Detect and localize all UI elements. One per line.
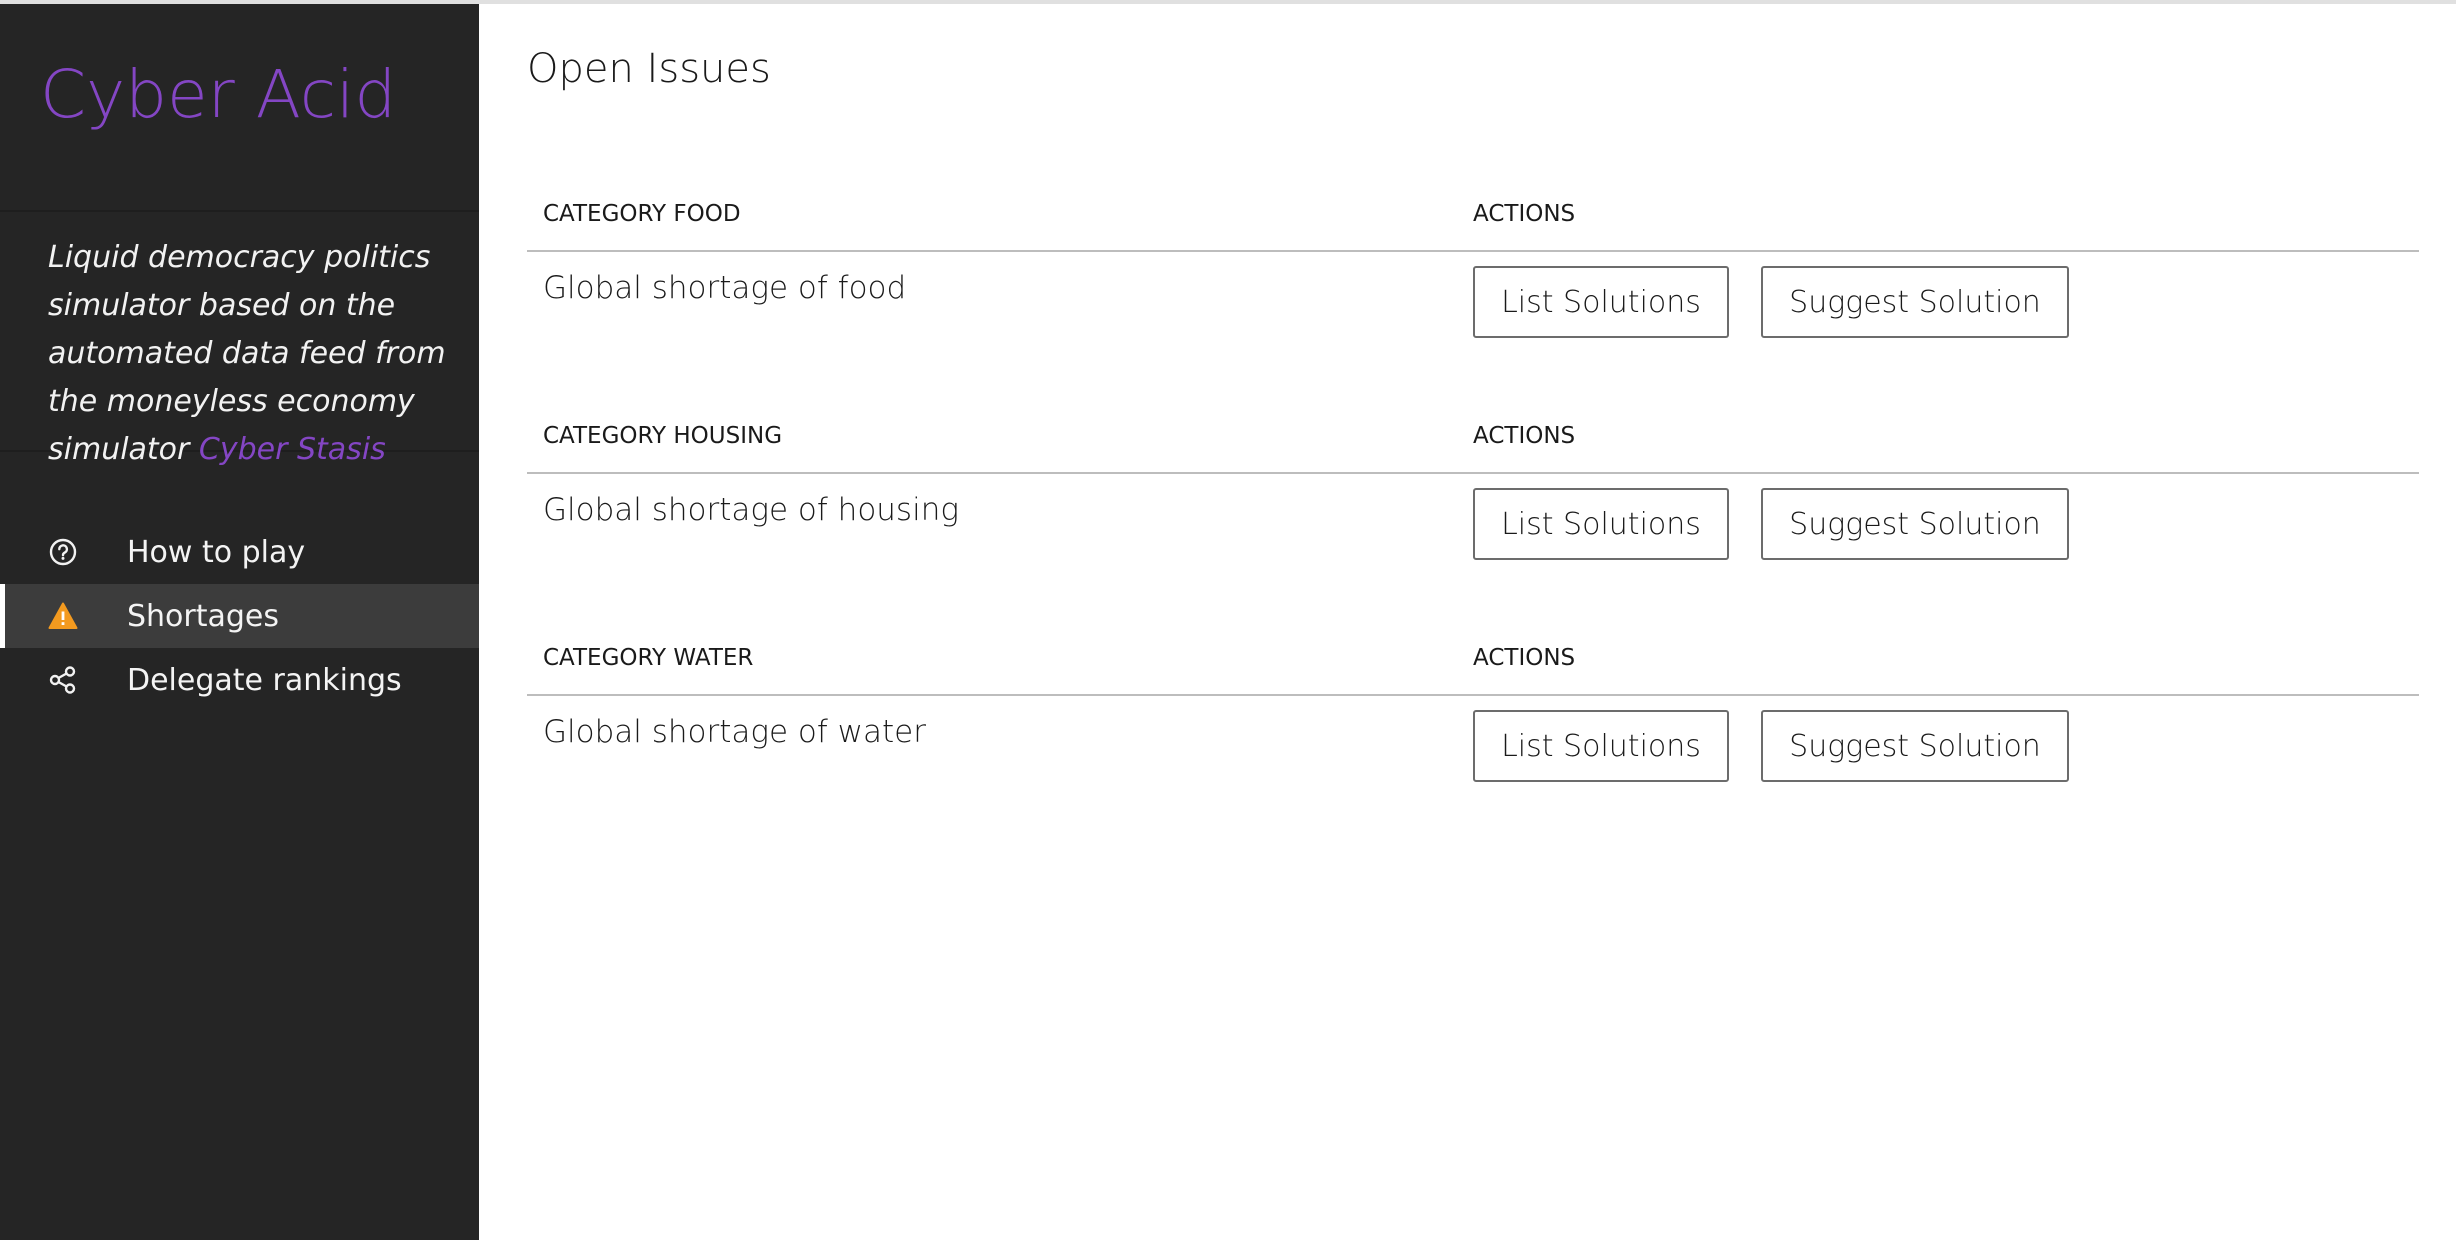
- suggest-solution-button[interactable]: Suggest Solution: [1761, 266, 2069, 338]
- issue-housing: CATEGORY HOUSING ACTIONS Global shortage…: [527, 400, 2419, 562]
- sidebar-item-how-to-play[interactable]: How to play: [0, 520, 479, 584]
- issue-title: Global shortage of food: [543, 270, 907, 306]
- issue-food: CATEGORY FOOD ACTIONS Global shortage of…: [527, 178, 2419, 340]
- sidebar-item-label: How to play: [127, 534, 306, 570]
- issue-row: Global shortage of housing List Solution…: [527, 474, 2419, 562]
- list-solutions-button[interactable]: List Solutions: [1473, 488, 1729, 560]
- issue-row: Global shortage of food List Solutions S…: [527, 252, 2419, 340]
- page-title: Open Issues: [527, 46, 771, 92]
- issues-list: CATEGORY FOOD ACTIONS Global shortage of…: [527, 178, 2419, 784]
- tagline: Liquid democracy politics simulator base…: [0, 212, 479, 467]
- brand: Cyber Acid: [0, 4, 479, 212]
- issue-header: CATEGORY HOUSING ACTIONS: [527, 400, 2419, 474]
- actions-header: ACTIONS: [1473, 423, 1576, 449]
- issue-header: CATEGORY WATER ACTIONS: [527, 622, 2419, 696]
- issue-header: CATEGORY FOOD ACTIONS: [527, 178, 2419, 252]
- issue-actions: List Solutions Suggest Solution: [1473, 252, 2419, 338]
- category-label: CATEGORY FOOD: [543, 201, 741, 227]
- sidebar: Cyber Acid Liquid democracy politics sim…: [0, 4, 479, 1240]
- sidebar-nav: How to play Shortages Delegate rankings: [0, 520, 479, 712]
- category-label: CATEGORY HOUSING: [543, 423, 783, 449]
- sidebar-item-delegate-rankings[interactable]: Delegate rankings: [0, 648, 479, 712]
- suggest-solution-button[interactable]: Suggest Solution: [1761, 488, 2069, 560]
- sidebar-item-label: Delegate rankings: [127, 662, 402, 698]
- suggest-solution-button[interactable]: Suggest Solution: [1761, 710, 2069, 782]
- issue-water: CATEGORY WATER ACTIONS Global shortage o…: [527, 622, 2419, 784]
- category-label: CATEGORY WATER: [543, 645, 754, 671]
- issue-actions: List Solutions Suggest Solution: [1473, 474, 2419, 560]
- list-solutions-button[interactable]: List Solutions: [1473, 710, 1729, 782]
- sidebar-item-label: Shortages: [127, 598, 280, 634]
- main-content: Open Issues CATEGORY FOOD ACTIONS Global…: [527, 4, 2419, 844]
- issue-title: Global shortage of housing: [543, 492, 959, 528]
- help-circle-icon: [48, 537, 78, 567]
- share-icon: [48, 665, 78, 695]
- list-solutions-button[interactable]: List Solutions: [1473, 266, 1729, 338]
- issue-title: Global shortage of water: [543, 714, 926, 750]
- actions-header: ACTIONS: [1473, 645, 1576, 671]
- app-title[interactable]: Cyber Acid: [40, 56, 479, 133]
- actions-header: ACTIONS: [1473, 201, 1576, 227]
- sidebar-item-shortages[interactable]: Shortages: [0, 584, 479, 648]
- cyber-stasis-link[interactable]: Cyber Stasis: [199, 432, 386, 467]
- issue-actions: List Solutions Suggest Solution: [1473, 696, 2419, 782]
- warning-icon: [48, 601, 78, 631]
- issue-row: Global shortage of water List Solutions …: [527, 696, 2419, 784]
